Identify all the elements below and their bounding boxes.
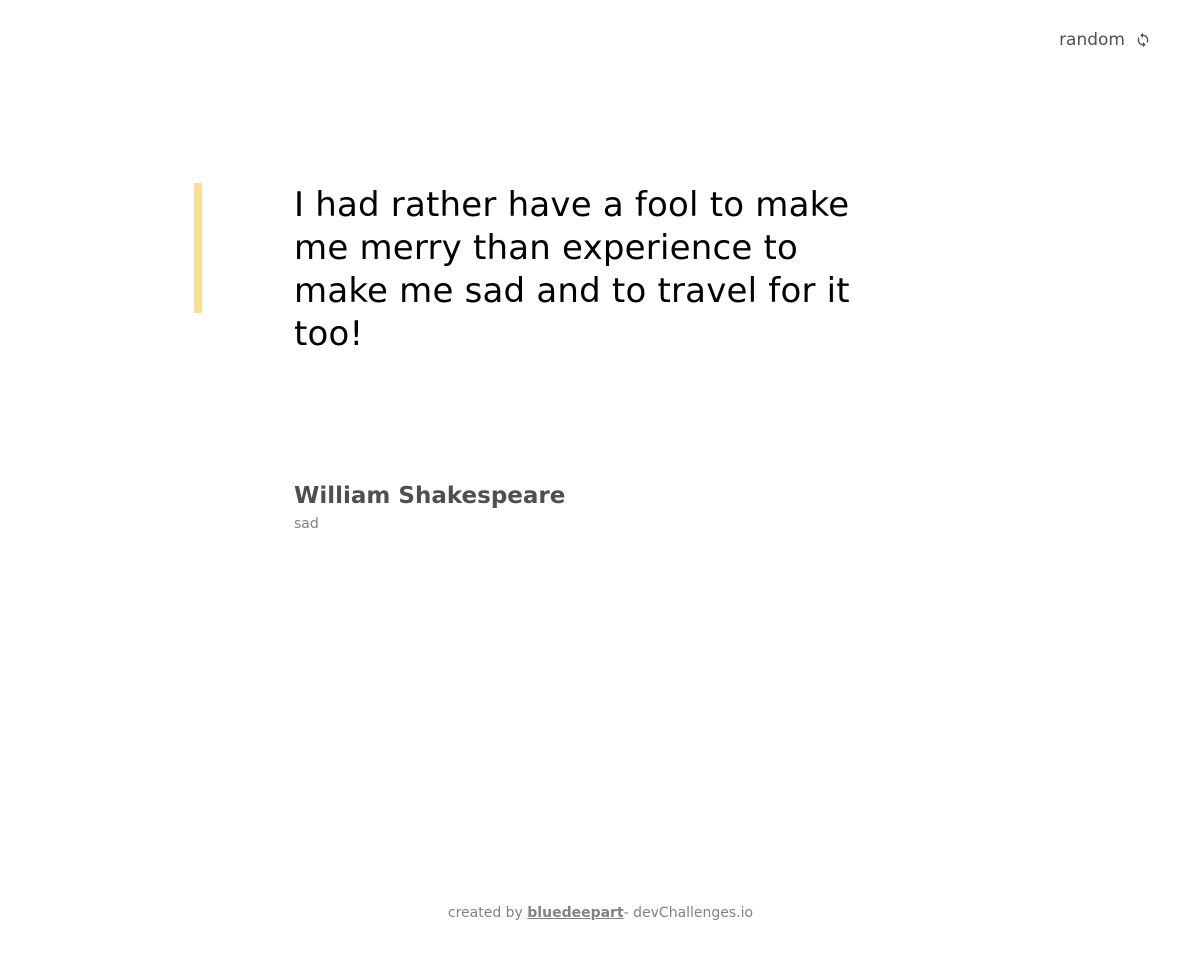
- quote-block: I had rather have a fool to make me merr…: [194, 183, 954, 356]
- random-button[interactable]: random: [1059, 30, 1151, 50]
- quote-text: I had rather have a fool to make me merr…: [294, 185, 850, 354]
- footer: created by bluedeepart- devChallenges.io: [0, 905, 1201, 921]
- random-label: random: [1059, 30, 1125, 50]
- author-genre: sad: [294, 516, 319, 532]
- refresh-icon: [1135, 32, 1151, 48]
- footer-prefix: created by: [447, 905, 528, 921]
- author-block[interactable]: William Shakespeare sad: [294, 480, 565, 532]
- author-name: William Shakespeare: [294, 483, 566, 509]
- quote-generator-page: random I had rather have a fool to make …: [0, 0, 1201, 961]
- footer-suffix: - devChallenges.io: [623, 905, 754, 921]
- quote-accent-bar: [194, 183, 202, 313]
- footer-author-link[interactable]: bluedeepart: [527, 905, 623, 921]
